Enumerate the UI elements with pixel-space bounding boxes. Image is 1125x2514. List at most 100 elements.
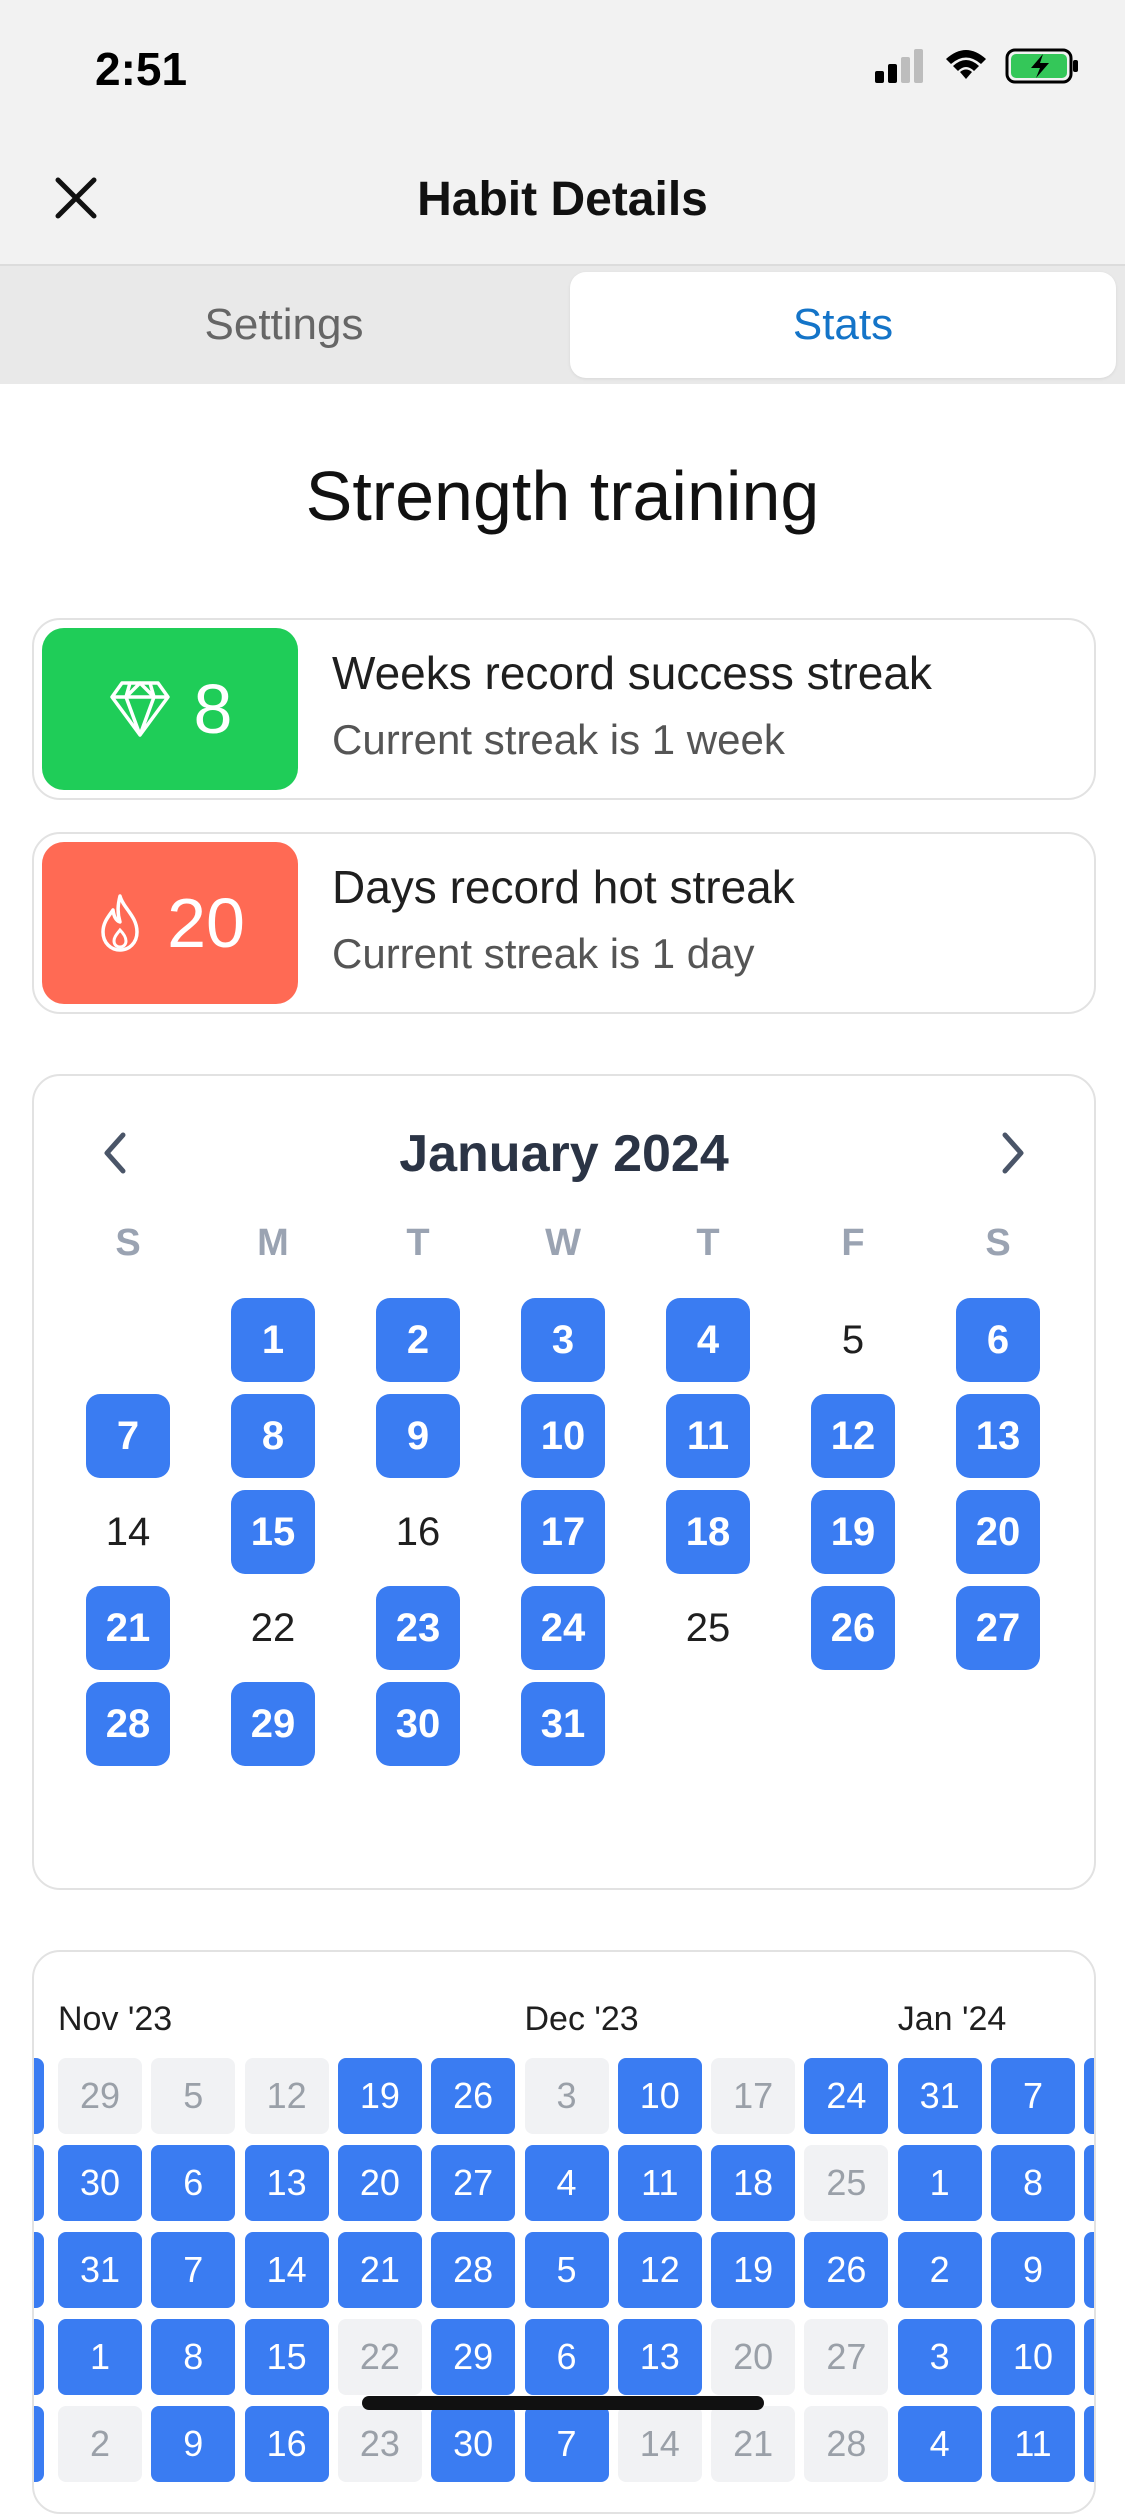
heatmap-cell: 7: [151, 2232, 236, 2308]
calendar-day[interactable]: 2: [376, 1298, 460, 1382]
calendar-day[interactable]: 22: [231, 1586, 315, 1670]
calendar-day[interactable]: 8: [231, 1394, 315, 1478]
calendar-day[interactable]: 29: [231, 1682, 315, 1766]
weekday-label: W: [545, 1222, 581, 1264]
heatmap-cell: 11: [617, 2145, 702, 2221]
calendar-day[interactable]: 30: [376, 1682, 460, 1766]
heatmap-cell: 22: [337, 2319, 422, 2395]
calendar-day[interactable]: 19: [811, 1490, 895, 1574]
heatmap-edge-cell: [1084, 2145, 1094, 2221]
heatmap-cell: 6: [524, 2319, 609, 2395]
tab-settings[interactable]: Settings: [6, 272, 562, 378]
hot-streak-card: 20 Days record hot streak Current streak…: [32, 832, 1096, 1014]
chevron-right-icon: [1002, 1132, 1024, 1174]
heatmap-cell: 26: [804, 2232, 889, 2308]
heatmap-edge-cell: [1084, 2406, 1094, 2482]
weekday-label: S: [115, 1222, 141, 1264]
heatmap-month-label: Jan '24: [897, 2000, 1007, 2038]
calendar-day[interactable]: 1: [231, 1298, 315, 1382]
success-streak-subtitle: Current streak is 1 week: [332, 716, 785, 763]
heatmap-cell: 2: [58, 2406, 142, 2482]
next-month-button[interactable]: [988, 1128, 1038, 1178]
weekday-label: F: [841, 1222, 865, 1264]
calendar-day[interactable]: 15: [231, 1490, 315, 1574]
battery-charging-icon: [1005, 48, 1078, 84]
heatmap-cell: 21: [337, 2232, 422, 2308]
heatmap-cell: 15: [244, 2319, 329, 2395]
heatmap-cell: 2: [897, 2232, 982, 2308]
calendar-day[interactable]: 9: [376, 1394, 460, 1478]
hot-streak-badge: 20: [42, 842, 298, 1004]
calendar-day[interactable]: 13: [956, 1394, 1040, 1478]
heatmap-edge-cell: [34, 2232, 44, 2308]
calendar-day[interactable]: 24: [521, 1586, 605, 1670]
calendar-day[interactable]: 18: [666, 1490, 750, 1574]
success-streak-badge: 8: [42, 628, 298, 790]
calendar-day[interactable]: 10: [521, 1394, 605, 1478]
history-heatmap: Nov '23 Dec '23 Jan '24 29 5 12 19 26 3 10 17 24 31 7…: [32, 1950, 1096, 2514]
heatmap-cell: 29: [58, 2058, 142, 2134]
heatmap-cell: 30: [58, 2145, 142, 2221]
cellular-signal-icon: [875, 49, 923, 83]
calendar-day[interactable]: 23: [376, 1586, 460, 1670]
calendar-day[interactable]: 14: [86, 1490, 170, 1574]
calendar-day[interactable]: 20: [956, 1490, 1040, 1574]
heatmap-cell: 31: [58, 2232, 142, 2308]
heatmap-edge-cell: [34, 2058, 44, 2134]
heatmap-cell: 12: [617, 2232, 702, 2308]
heatmap-cell: 28: [804, 2406, 889, 2482]
hot-streak-subtitle: Current streak is 1 day: [332, 930, 755, 977]
status-icons: [875, 48, 1081, 84]
calendar-day[interactable]: 21: [86, 1586, 170, 1670]
calendar-month-label: January 2024: [399, 1125, 729, 1183]
status-bar: 2:51: [0, 0, 1125, 140]
heatmap-cell: 5: [524, 2232, 609, 2308]
heatmap-cell: 17: [711, 2058, 796, 2134]
heatmap-cell: 14: [617, 2406, 702, 2482]
heatmap-cell: 4: [524, 2145, 609, 2221]
wifi-icon: [946, 50, 986, 79]
heatmap-cell: 20: [711, 2319, 796, 2395]
calendar-day[interactable]: 16: [376, 1490, 460, 1574]
calendar-day[interactable]: 3: [521, 1298, 605, 1382]
heatmap-cell: 25: [804, 2145, 889, 2221]
heatmap-cell: 7: [991, 2058, 1075, 2134]
calendar-day[interactable]: 6: [956, 1298, 1040, 1382]
heatmap-cell: 16: [244, 2406, 329, 2482]
calendar-day[interactable]: 17: [521, 1490, 605, 1574]
heatmap-cell: 1: [897, 2145, 982, 2221]
calendar-day[interactable]: 27: [956, 1586, 1040, 1670]
heatmap-cell: 11: [991, 2406, 1075, 2482]
heatmap-cell: 21: [711, 2406, 796, 2482]
heatmap-cell: 13: [617, 2319, 702, 2395]
heatmap-cell: 26: [431, 2058, 516, 2134]
hot-streak-value: 20: [167, 884, 245, 962]
calendar-day[interactable]: 11: [666, 1394, 750, 1478]
heatmap-edge-cell: [34, 2319, 44, 2395]
heatmap-cell: 8: [991, 2145, 1075, 2221]
calendar-day[interactable]: 26: [811, 1586, 895, 1670]
heatmap-cell: 27: [804, 2319, 889, 2395]
calendar-day[interactable]: 25: [666, 1586, 750, 1670]
heatmap-cell: 1: [58, 2319, 142, 2395]
weekday-label: T: [406, 1222, 430, 1264]
segmented-control: Settings Stats: [0, 266, 1125, 384]
calendar-day[interactable]: 5: [811, 1298, 895, 1382]
heatmap-edge-cell: [1084, 2058, 1094, 2134]
tab-stats[interactable]: Stats: [570, 272, 1116, 378]
success-streak-text: Weeks record success streak Current stre…: [332, 646, 932, 764]
calendar-day[interactable]: 7: [86, 1394, 170, 1478]
heatmap-cell: 4: [897, 2406, 982, 2482]
hot-streak-text: Days record hot streak Current streak is…: [332, 860, 795, 978]
calendar-day[interactable]: 12: [811, 1394, 895, 1478]
heatmap-cell: 19: [337, 2058, 422, 2134]
heatmap-edge-cell: [34, 2406, 44, 2482]
home-indicator: [362, 2396, 764, 2410]
calendar-day[interactable]: 4: [666, 1298, 750, 1382]
heatmap-cell: 27: [431, 2145, 516, 2221]
heatmap-cell: 5: [151, 2058, 236, 2134]
calendar-day[interactable]: 28: [86, 1682, 170, 1766]
heatmap-cell: 8: [151, 2319, 236, 2395]
calendar-day[interactable]: 31: [521, 1682, 605, 1766]
heatmap-cell: 12: [244, 2058, 329, 2134]
